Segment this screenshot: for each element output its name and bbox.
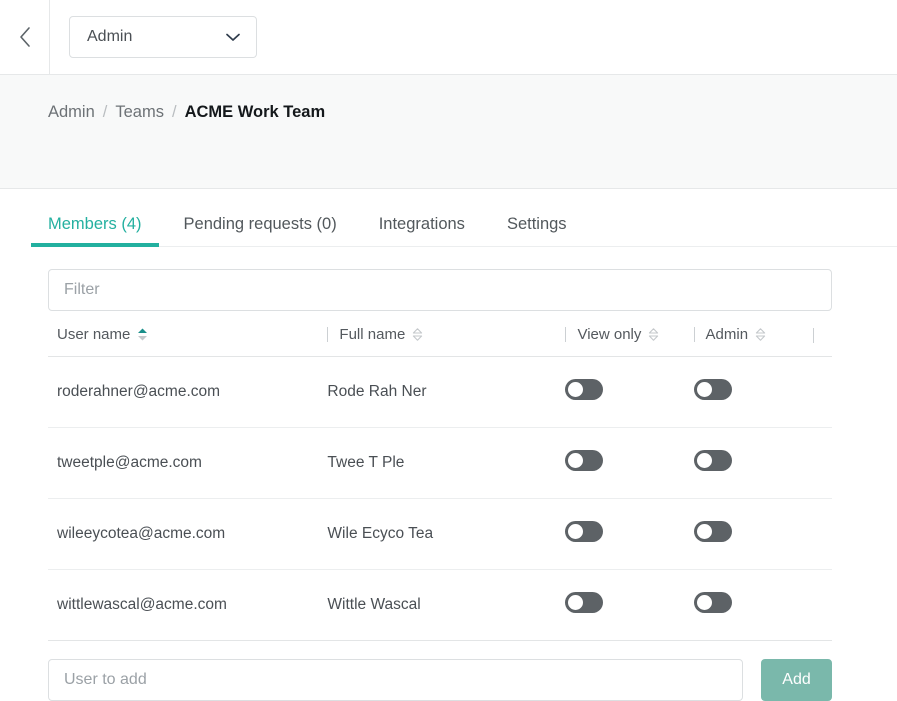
table-row: wittlewascal@acme.com Wittle Wascal xyxy=(48,570,832,641)
cell-user-name: roderahner@acme.com xyxy=(48,357,315,428)
view-only-toggle[interactable] xyxy=(565,592,603,613)
sort-none-icon[interactable] xyxy=(648,327,659,342)
breadcrumb-separator: / xyxy=(172,103,177,122)
breadcrumb-separator: / xyxy=(103,103,108,122)
chevron-down-icon xyxy=(224,31,242,43)
add-user-button[interactable]: Add xyxy=(761,659,832,701)
cell-admin xyxy=(694,357,803,428)
cell-full-name: Rode Rah Ner xyxy=(315,357,565,428)
sort-none-icon[interactable] xyxy=(412,327,423,342)
view-only-toggle[interactable] xyxy=(565,450,603,471)
filter-input[interactable] xyxy=(48,269,832,311)
top-bar: Admin xyxy=(0,0,897,75)
column-header-end xyxy=(802,326,832,357)
members-panel: User name Full name xyxy=(0,247,897,701)
table-row: roderahner@acme.com Rode Rah Ner xyxy=(48,357,832,428)
tab-integrations[interactable]: Integrations xyxy=(379,215,465,247)
cell-end xyxy=(802,428,832,499)
cell-full-name: Wile Ecyco Tea xyxy=(315,499,565,570)
breadcrumb-band: Admin / Teams / ACME Work Team xyxy=(0,75,897,189)
column-header-user-name-label: User name xyxy=(57,326,130,343)
table-row: tweetple@acme.com Twee T Ple xyxy=(48,428,832,499)
column-header-full-name-label: Full name xyxy=(339,326,405,343)
tab-pending-requests[interactable]: Pending requests (0) xyxy=(184,215,337,247)
back-button[interactable] xyxy=(0,0,50,75)
table-row: wileeycotea@acme.com Wile Ecyco Tea xyxy=(48,499,832,570)
tab-bar: Members (4) Pending requests (0) Integra… xyxy=(0,189,897,247)
cell-view-only xyxy=(565,357,693,428)
tab-members[interactable]: Members (4) xyxy=(48,215,142,247)
table-header-row: User name Full name xyxy=(48,326,832,357)
add-member-row: Add xyxy=(48,659,832,701)
cell-view-only xyxy=(565,499,693,570)
column-header-admin-label: Admin xyxy=(706,326,749,343)
column-header-view-only-label: View only xyxy=(577,326,641,343)
cell-view-only xyxy=(565,428,693,499)
cell-end xyxy=(802,570,832,641)
cell-admin xyxy=(694,428,803,499)
sort-ascending-icon[interactable] xyxy=(137,327,148,342)
cell-user-name: wileeycotea@acme.com xyxy=(48,499,315,570)
members-table-head: User name Full name xyxy=(48,326,832,357)
breadcrumb-item-current: ACME Work Team xyxy=(185,103,326,122)
admin-toggle[interactable] xyxy=(694,521,732,542)
workspace-selector-label: Admin xyxy=(87,28,132,46)
sort-none-icon[interactable] xyxy=(755,327,766,342)
cell-admin xyxy=(694,570,803,641)
admin-toggle[interactable] xyxy=(694,592,732,613)
column-divider xyxy=(813,328,814,343)
column-divider xyxy=(565,327,566,342)
column-header-user-name[interactable]: User name xyxy=(48,326,315,357)
cell-full-name: Twee T Ple xyxy=(315,428,565,499)
cell-user-name: tweetple@acme.com xyxy=(48,428,315,499)
tab-settings[interactable]: Settings xyxy=(507,215,567,247)
column-header-view-only[interactable]: View only xyxy=(565,326,693,357)
workspace-selector[interactable]: Admin xyxy=(69,16,257,58)
admin-toggle[interactable] xyxy=(694,379,732,400)
column-header-full-name[interactable]: Full name xyxy=(315,326,565,357)
column-divider xyxy=(327,327,328,342)
view-only-toggle[interactable] xyxy=(565,521,603,542)
cell-view-only xyxy=(565,570,693,641)
members-table: User name Full name xyxy=(48,326,832,641)
breadcrumb-item-teams[interactable]: Teams xyxy=(115,103,164,122)
cell-admin xyxy=(694,499,803,570)
cell-end xyxy=(802,499,832,570)
cell-end xyxy=(802,357,832,428)
cell-full-name: Wittle Wascal xyxy=(315,570,565,641)
cell-user-name: wittlewascal@acme.com xyxy=(48,570,315,641)
members-table-body: roderahner@acme.com Rode Rah Ner tweetpl… xyxy=(48,357,832,641)
column-header-admin[interactable]: Admin xyxy=(694,326,803,357)
column-divider xyxy=(694,327,695,342)
user-to-add-input[interactable] xyxy=(48,659,743,701)
chevron-left-icon xyxy=(17,25,33,49)
breadcrumb-item-admin[interactable]: Admin xyxy=(48,103,95,122)
view-only-toggle[interactable] xyxy=(565,379,603,400)
breadcrumb: Admin / Teams / ACME Work Team xyxy=(48,103,897,122)
admin-toggle[interactable] xyxy=(694,450,732,471)
